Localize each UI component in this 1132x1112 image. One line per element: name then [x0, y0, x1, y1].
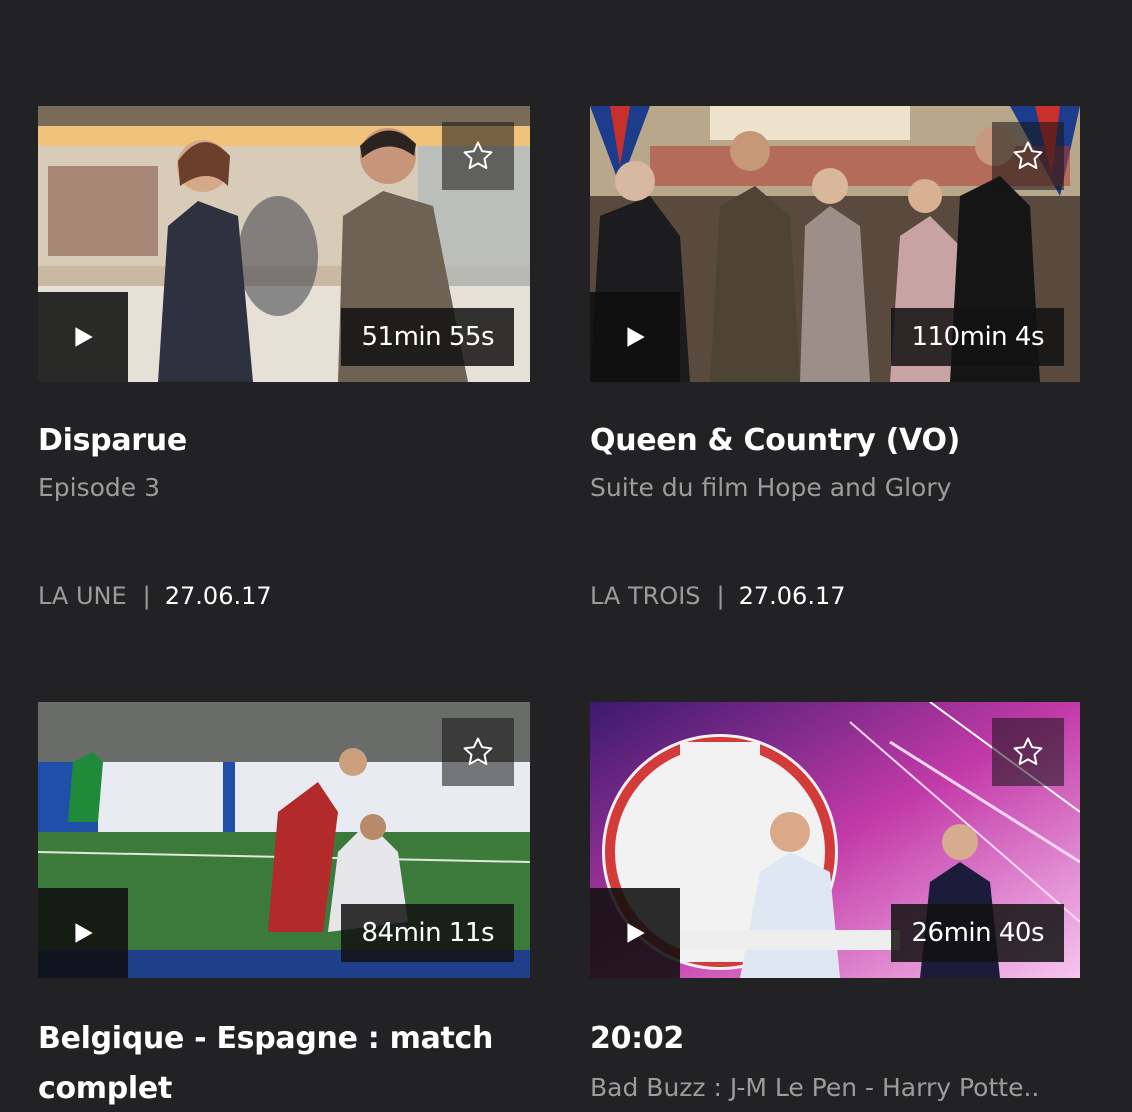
duration-badge: 84min 11s: [341, 904, 514, 962]
broadcast-date: 27.06.17: [164, 582, 272, 610]
duration-badge: 110min 4s: [891, 308, 1064, 366]
play-button[interactable]: [38, 292, 128, 382]
play-button[interactable]: [590, 888, 680, 978]
video-card-disparue[interactable]: 51min 55s Disparue Episode 3 LA UNE | 27.0…: [38, 106, 530, 610]
video-subtitle: Bad Buzz : J-M Le Pen - Harry Potte..: [590, 1073, 1040, 1102]
play-button[interactable]: [590, 292, 680, 382]
channel-name: LA UNE: [38, 582, 127, 610]
duration-badge: 51min 55s: [341, 308, 514, 366]
video-thumbnail[interactable]: 26min 40s: [590, 702, 1080, 978]
play-icon: [627, 327, 645, 347]
video-card-20-02[interactable]: 26min 40s 20:02 Bad Buzz : J-M Le Pen - …: [590, 702, 1080, 1110]
video-card-belgique-espagne[interactable]: 84min 11s Belgique - Espagne : match com…: [38, 702, 530, 1112]
play-icon: [627, 923, 645, 943]
duration-badge: 26min 40s: [891, 904, 1064, 962]
video-title[interactable]: Disparue: [38, 418, 530, 464]
video-subtitle: Episode 3: [38, 473, 161, 502]
meta-separator: |: [142, 582, 151, 610]
video-meta: LA UNE | 27.06.17: [38, 576, 272, 616]
video-thumbnail[interactable]: 84min 11s: [38, 702, 530, 978]
star-outline-icon: [1013, 141, 1043, 170]
favorite-button[interactable]: [992, 718, 1064, 786]
play-icon: [75, 327, 93, 347]
favorite-button[interactable]: [992, 122, 1064, 190]
broadcast-date: 27.06.17: [738, 582, 846, 610]
favorite-button[interactable]: [442, 122, 514, 190]
star-outline-icon: [463, 141, 493, 170]
star-outline-icon: [463, 737, 493, 766]
meta-separator: |: [716, 582, 725, 610]
favorite-button[interactable]: [442, 718, 514, 786]
video-thumbnail[interactable]: 110min 4s: [590, 106, 1080, 382]
video-title[interactable]: 20:02: [590, 1014, 1080, 1064]
play-button[interactable]: [38, 888, 128, 978]
channel-name: LA TROIS: [590, 582, 701, 610]
video-grid: 51min 55s Disparue Episode 3 LA UNE | 27.0…: [0, 0, 1132, 1112]
star-outline-icon: [1013, 737, 1043, 766]
video-card-queen-country[interactable]: 110min 4s Queen & Country (VO) Suite du …: [590, 106, 1080, 610]
video-title[interactable]: Queen & Country (VO): [590, 418, 1080, 464]
video-meta: LA TROIS | 27.06.17: [590, 576, 845, 616]
video-thumbnail[interactable]: 51min 55s: [38, 106, 530, 382]
video-subtitle: Suite du film Hope and Glory: [590, 473, 952, 502]
play-icon: [75, 923, 93, 943]
video-title[interactable]: Belgique - Espagne : match complet: [38, 1014, 530, 1112]
